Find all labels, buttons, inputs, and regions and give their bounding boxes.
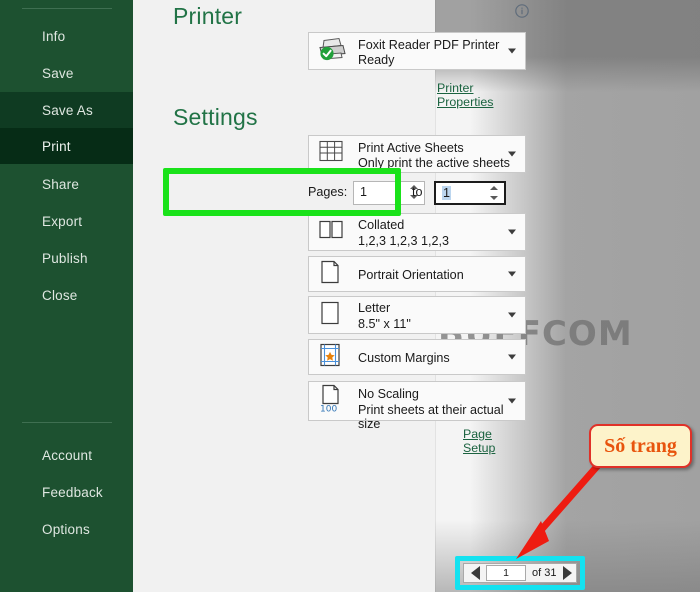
chevron-down-icon	[508, 312, 516, 318]
sidebar-item-label: Options	[42, 521, 90, 537]
paper-size-icon	[317, 300, 343, 331]
sidebar-item-label: Publish	[42, 250, 88, 266]
collation-subtitle: 1,2,3 1,2,3 1,2,3	[358, 234, 450, 248]
backstage-sidebar: Info Save Save As Print Share Export Pub…	[0, 0, 133, 592]
paper-size-subtitle: 8.5" x 11"	[358, 317, 411, 331]
sidebar-item-close[interactable]: Close	[0, 277, 133, 313]
scaling-subtitle: Print sheets at their actual size	[358, 403, 504, 431]
chevron-down-icon	[508, 354, 516, 360]
settings-heading: Settings	[173, 104, 258, 130]
sidebar-item-label: Print	[42, 138, 71, 154]
so-trang-callout: Số trang	[589, 424, 692, 468]
pages-to-input[interactable]: 1	[434, 181, 506, 205]
paper-size-title: Letter	[358, 301, 391, 315]
no-scaling-icon: 100	[317, 384, 345, 419]
pages-to-value: 1	[442, 186, 452, 200]
margins-select[interactable]: Custom Margins	[308, 339, 526, 375]
orientation-select[interactable]: Portrait Orientation	[308, 256, 526, 292]
collation-title: Collated	[358, 218, 405, 232]
sidebar-divider-bottom	[22, 422, 112, 423]
printer-select[interactable]: Foxit Reader PDF Printer Ready	[308, 32, 526, 70]
sidebar-item-print[interactable]: Print	[0, 128, 133, 164]
chevron-down-icon	[508, 229, 516, 235]
orientation-title: Portrait Orientation	[358, 268, 464, 282]
sidebar-item-label: Save	[42, 65, 74, 81]
sidebar-item-export[interactable]: Export	[0, 203, 133, 239]
sidebar-item-publish[interactable]: Publish	[0, 240, 133, 276]
sidebar-item-label: Close	[42, 287, 78, 303]
margins-title: Custom Margins	[358, 351, 450, 365]
svg-text:100: 100	[320, 405, 337, 414]
collated-pages-icon	[317, 218, 345, 247]
custom-margins-icon	[317, 342, 343, 373]
sidebar-item-label: Share	[42, 176, 80, 192]
print-range-title: Print Active Sheets	[358, 141, 464, 155]
print-backstage-screen: BUFFCOM Info Save Save As Print Share Ex…	[0, 0, 700, 592]
sidebar-item-label: Feedback	[42, 484, 103, 500]
page-setup-link[interactable]: Page Setup	[463, 427, 495, 455]
scaling-title: No Scaling	[358, 387, 419, 401]
sidebar-item-label: Save As	[42, 102, 93, 118]
printer-ready-icon	[317, 37, 347, 66]
sidebar-item-account[interactable]: Account	[0, 437, 133, 473]
pages-range-highlight-box	[163, 168, 401, 216]
paper-size-select[interactable]: Letter 8.5" x 11"	[308, 296, 526, 334]
chevron-down-icon	[508, 48, 516, 54]
scaling-select[interactable]: 100 No Scaling Print sheets at their act…	[308, 381, 526, 431]
chevron-down-icon	[508, 151, 516, 157]
pages-to-stepper[interactable]	[489, 186, 498, 204]
portrait-page-icon	[317, 259, 343, 290]
sidebar-item-label: Account	[42, 447, 93, 463]
printer-status: Ready	[358, 53, 395, 67]
sidebar-item-info[interactable]: Info	[0, 18, 133, 54]
sidebar-item-feedback[interactable]: Feedback	[0, 474, 133, 510]
sidebar-item-options[interactable]: Options	[0, 511, 133, 547]
chevron-down-icon	[508, 398, 516, 404]
chevron-down-icon	[508, 271, 516, 277]
printer-name: Foxit Reader PDF Printer	[358, 38, 500, 52]
callout-label: Số trang	[604, 434, 677, 457]
sidebar-item-save-as[interactable]: Save As	[0, 92, 133, 128]
callout-arrow-icon	[516, 459, 604, 559]
collation-select[interactable]: Collated 1,2,3 1,2,3 1,2,3	[308, 213, 526, 251]
sidebar-item-share[interactable]: Share	[0, 166, 133, 202]
print-settings-column: Printer Foxit Reader PDF Printer Ready P…	[133, 0, 529, 592]
sidebar-divider-top	[22, 8, 112, 9]
sidebar-item-label: Info	[42, 28, 66, 44]
printer-properties-link[interactable]: Printer Properties	[437, 81, 493, 109]
pages-to-label: to	[412, 185, 423, 199]
worksheet-grid-icon	[317, 140, 345, 169]
info-icon[interactable]	[514, 3, 530, 19]
sidebar-item-label: Export	[42, 213, 83, 229]
printer-heading: Printer	[173, 3, 243, 29]
sidebar-item-save[interactable]: Save	[0, 55, 133, 91]
